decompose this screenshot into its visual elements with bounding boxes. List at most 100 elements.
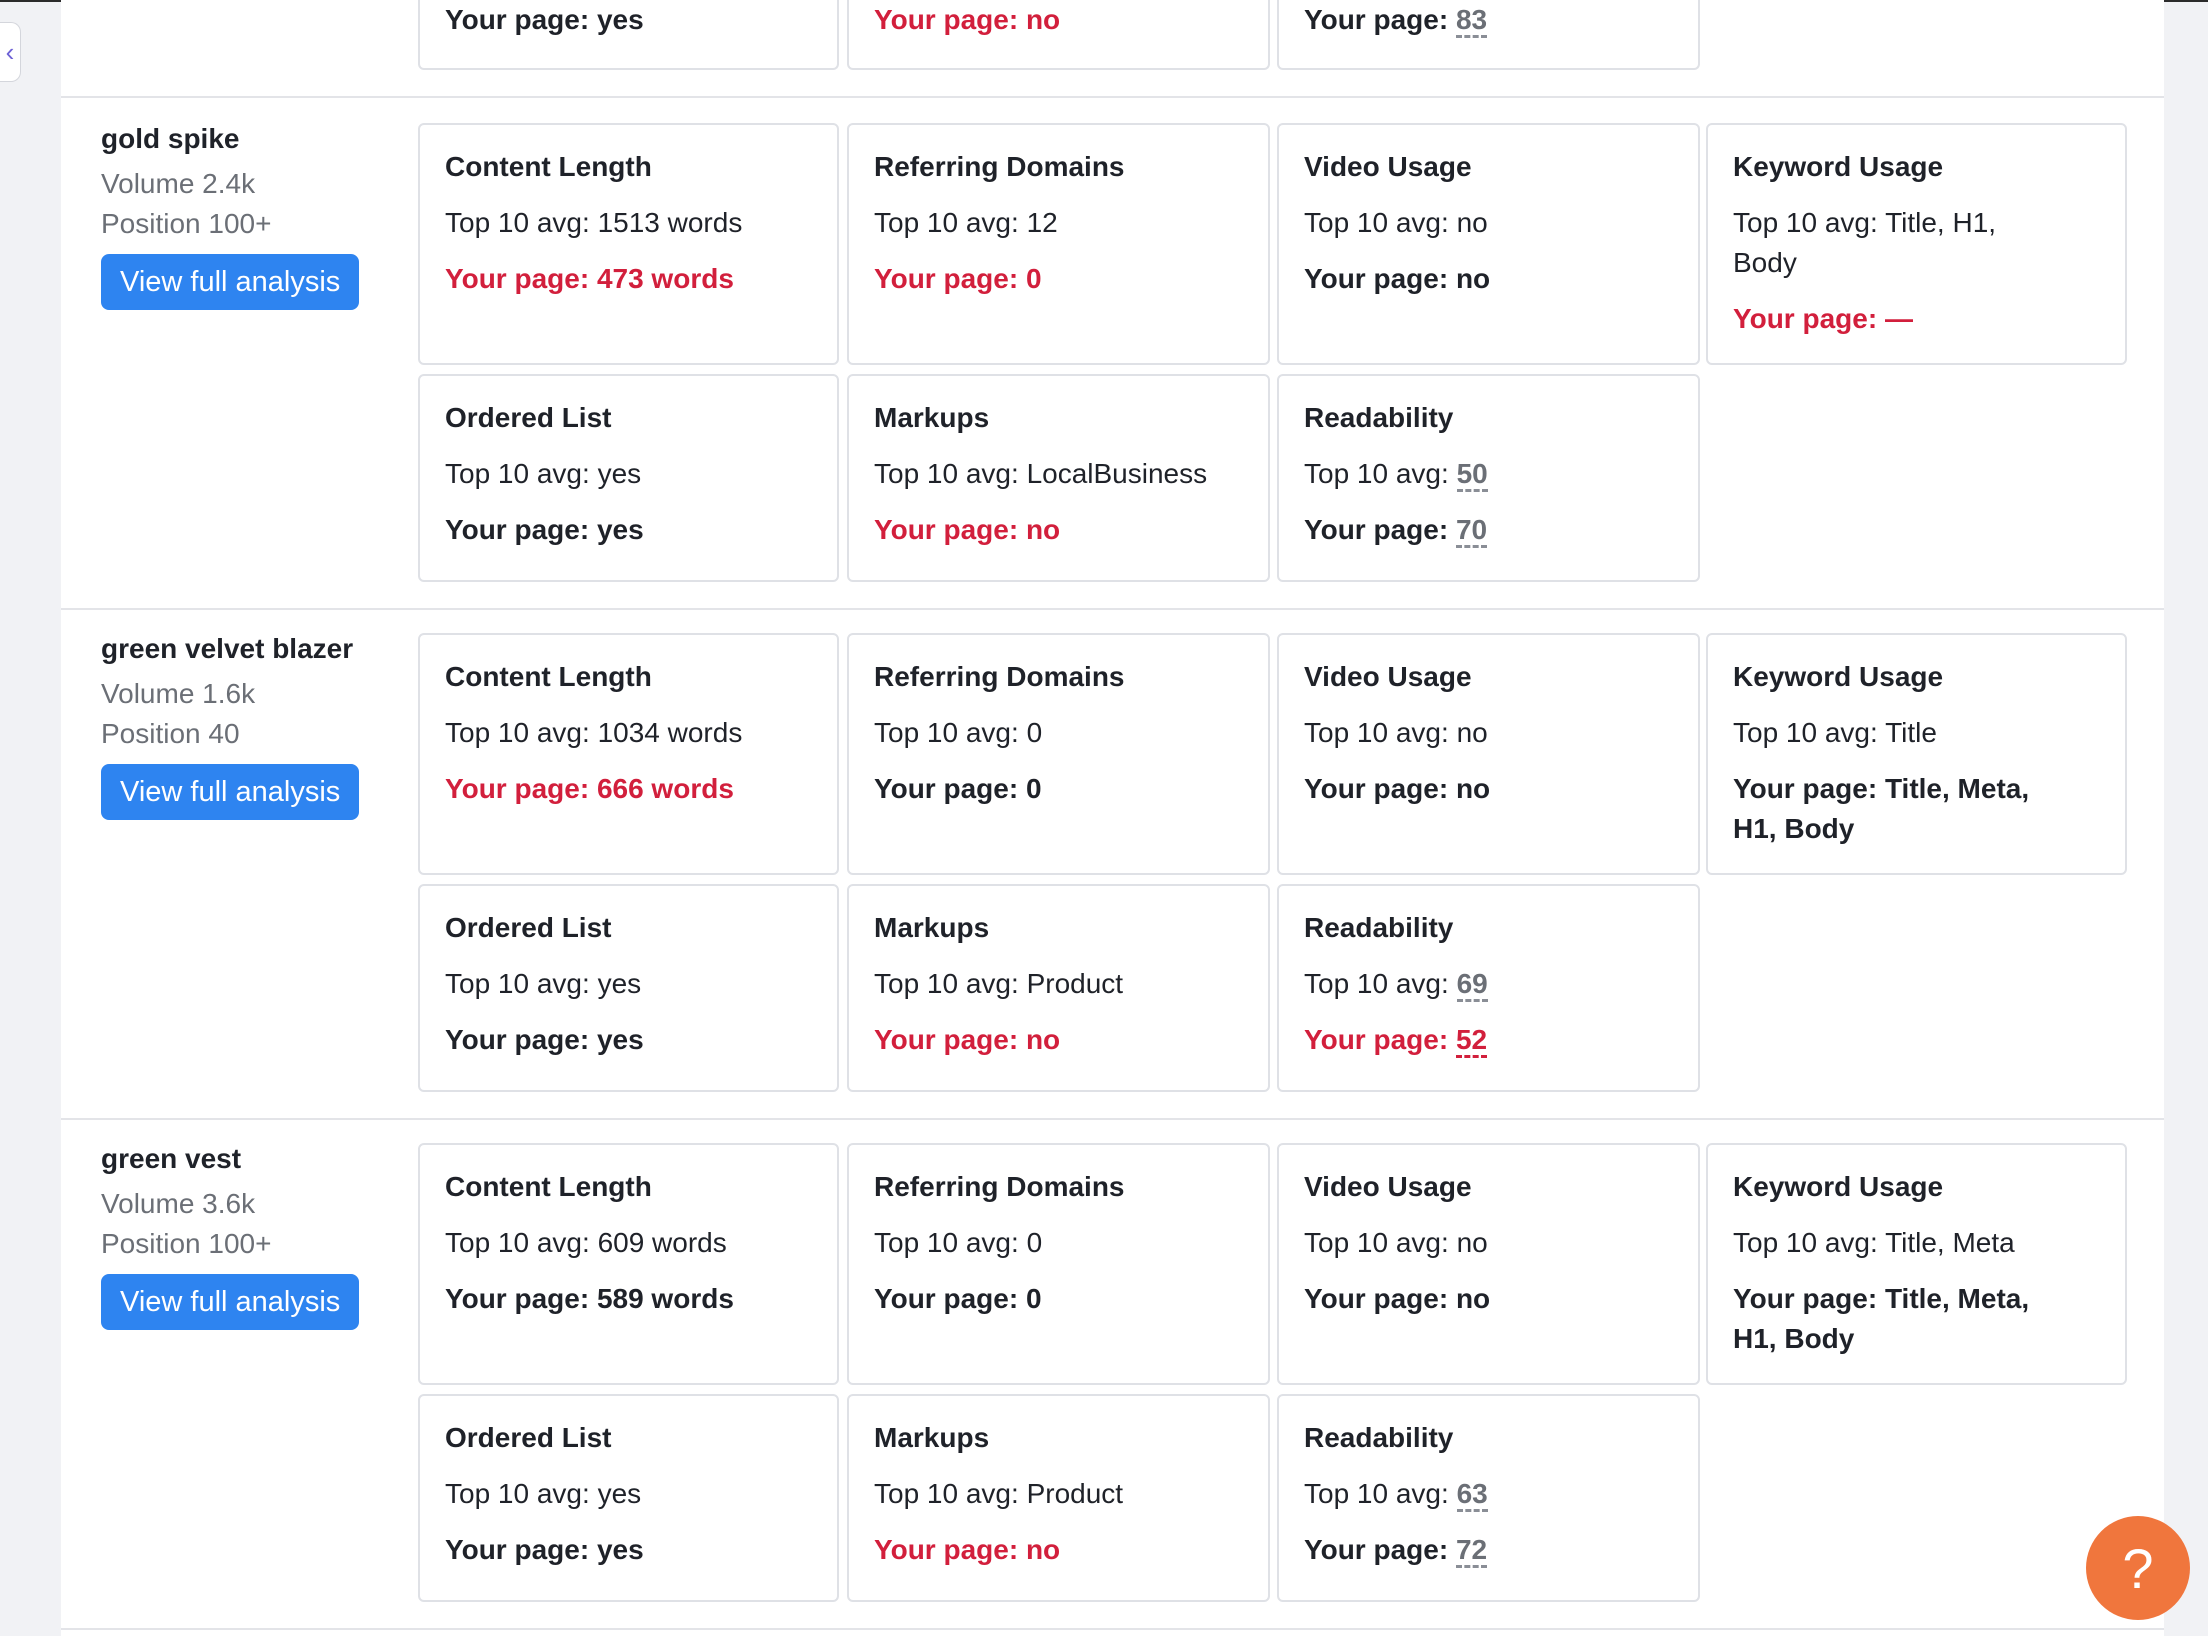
your-page-value: Your page: 70 (1304, 510, 1674, 550)
referring-domains-card: Referring Domains Top 10 avg: 0 Your pag… (847, 633, 1270, 875)
card-title: Content Length (445, 151, 652, 182)
markups-card: Markups Top 10 avg: Product Your page: n… (847, 884, 1270, 1092)
your-page-value: Your page: 83 (1304, 0, 1674, 40)
your-page-value: Your page: yes (445, 1024, 644, 1055)
your-page-value: Your page: yes (445, 514, 644, 545)
readability-card: Readability Top 10 avg: 69 Your page: 52 (1277, 884, 1700, 1092)
your-page-value: Your page: 0 (874, 1283, 1042, 1314)
your-page-value: Your page: yes (445, 1534, 644, 1565)
your-page-value: Your page: no (1304, 773, 1491, 804)
card-title: Readability (1304, 402, 1454, 433)
card-title: Video Usage (1304, 151, 1472, 182)
top10-value: Top 10 avg: 50 (1304, 454, 1674, 494)
video-usage-card: Video Usage Top 10 avg: no Your page: no (1277, 123, 1700, 365)
readability-card: Readability Top 10 avg: 63 Your page: 72 (1277, 1394, 1700, 1602)
top10-value: Top 10 avg: yes (445, 458, 642, 489)
readability-score[interactable]: 50 (1456, 458, 1488, 492)
readability-score[interactable]: 72 (1455, 1534, 1488, 1568)
top10-value: Top 10 avg: no (1304, 717, 1488, 748)
keyword-row-partial: Your page: yes Your page: no Your page: … (61, 0, 2164, 98)
card-title: Markups (874, 912, 990, 943)
top10-value: Top 10 avg: 63 (1304, 1474, 1674, 1514)
card-title: Readability (1304, 912, 1454, 943)
top10-value: Top 10 avg: 0 (874, 1227, 1043, 1258)
readability-score[interactable]: 63 (1456, 1478, 1488, 1512)
keyword-row: gold spike Volume 2.4k Position 100+ Vie… (61, 98, 2164, 610)
top10-value: Top 10 avg: yes (445, 1478, 642, 1509)
view-full-analysis-button[interactable]: View full analysis (101, 1274, 360, 1330)
your-page-value: Your page: yes (445, 4, 644, 35)
top10-value: Top 10 avg: Title, H1, (1733, 207, 1997, 238)
keyword-row: green vest Volume 3.6k Position 100+ Vie… (61, 1118, 2164, 1630)
top10-value: Top 10 avg: 12 (874, 207, 1058, 238)
card-title: Referring Domains (874, 661, 1125, 692)
keyword-name: green vest (101, 1143, 242, 1174)
top10-value-cont: Body (1733, 247, 1797, 278)
view-full-analysis-button[interactable]: View full analysis (101, 764, 360, 820)
your-page-value: Your page: 589 words (445, 1283, 734, 1314)
your-page-value: Your page: 473 words (445, 263, 734, 294)
top10-value: Top 10 avg: yes (445, 968, 642, 999)
card-title: Ordered List (445, 1422, 612, 1453)
content-length-card: Content Length Top 10 avg: 1034 words Yo… (418, 633, 839, 875)
chevron-left-icon: ‹ (5, 36, 15, 67)
card-title: Readability (1304, 1422, 1454, 1453)
top10-value: Top 10 avg: Title, Meta (1733, 1227, 2015, 1258)
readability-card: Your page: 83 (1277, 0, 1700, 70)
readability-card: Readability Top 10 avg: 50 Your page: 70 (1277, 374, 1700, 582)
keyword-usage-card: Keyword Usage Top 10 avg: Title, Meta Yo… (1706, 1143, 2127, 1385)
keyword-usage-card: Keyword Usage Top 10 avg: Title Your pag… (1706, 633, 2127, 875)
markups-card: Markups Top 10 avg: Product Your page: n… (847, 1394, 1270, 1602)
keyword-volume: Volume 1.6k (101, 678, 256, 709)
top10-value: Top 10 avg: 69 (1304, 964, 1674, 1004)
keyword-volume: Volume 2.4k (101, 168, 256, 199)
your-page-value: Your page: — (1733, 303, 1913, 334)
card-title: Video Usage (1304, 1171, 1472, 1202)
keyword-position: Position 40 (101, 718, 240, 749)
referring-domains-card: Referring Domains Top 10 avg: 12 Your pa… (847, 123, 1270, 365)
readability-score[interactable]: 52 (1455, 1024, 1488, 1058)
ordered-list-card: Your page: yes (418, 0, 839, 70)
top10-value: Top 10 avg: Title (1733, 717, 1937, 748)
your-page-value: Your page: 72 (1304, 1530, 1674, 1570)
your-page-value: Your page: no (874, 514, 1061, 545)
view-full-analysis-button[interactable]: View full analysis (101, 254, 360, 310)
your-page-value: Your page: 0 (874, 263, 1042, 294)
ordered-list-card: Ordered List Top 10 avg: yes Your page: … (418, 1394, 839, 1602)
card-title: Keyword Usage (1733, 151, 1944, 182)
card-title: Keyword Usage (1733, 661, 1944, 692)
video-usage-card: Video Usage Top 10 avg: no Your page: no (1277, 633, 1700, 875)
referring-domains-card: Referring Domains Top 10 avg: 0 Your pag… (847, 1143, 1270, 1385)
readability-score[interactable]: 69 (1456, 968, 1488, 1002)
keyword-info: gold spike Volume 2.4k Position 100+ Vie… (101, 122, 441, 310)
readability-score[interactable]: 83 (1455, 4, 1488, 38)
top10-value: Top 10 avg: Product (874, 1478, 1124, 1509)
main-content: Your page: yes Your page: no Your page: … (61, 0, 2164, 1636)
keyword-info: green velvet blazer Volume 1.6k Position… (101, 632, 441, 820)
your-page-value-cont: H1, Body (1733, 1323, 1855, 1354)
help-button[interactable]: ? (2086, 1516, 2190, 1620)
card-title: Content Length (445, 1171, 652, 1202)
card-title: Video Usage (1304, 661, 1472, 692)
readability-score[interactable]: 70 (1455, 514, 1488, 548)
top10-value: Top 10 avg: 1034 words (445, 717, 743, 748)
card-title: Referring Domains (874, 151, 1125, 182)
top10-value: Top 10 avg: no (1304, 1227, 1488, 1258)
card-title: Ordered List (445, 912, 612, 943)
sidebar-collapse-button[interactable]: ‹ (0, 22, 21, 82)
keyword-usage-card: Keyword Usage Top 10 avg: Title, H1, Bod… (1706, 123, 2127, 365)
keyword-name: gold spike (101, 123, 240, 154)
your-page-value: Your page: 52 (1304, 1020, 1674, 1060)
keyword-position: Position 100+ (101, 208, 272, 239)
keyword-info: green vest Volume 3.6k Position 100+ Vie… (101, 1142, 441, 1330)
your-page-value: Your page: no (874, 4, 1061, 35)
your-page-value: Your page: no (874, 1534, 1061, 1565)
keyword-name: green velvet blazer (101, 633, 354, 664)
content-length-card: Content Length Top 10 avg: 1513 words Yo… (418, 123, 839, 365)
keyword-volume: Volume 3.6k (101, 1188, 256, 1219)
your-page-value: Your page: Title, Meta, (1733, 773, 2030, 804)
card-title: Content Length (445, 661, 652, 692)
your-page-value: Your page: 0 (874, 773, 1042, 804)
video-usage-card: Video Usage Top 10 avg: no Your page: no (1277, 1143, 1700, 1385)
card-title: Markups (874, 402, 990, 433)
